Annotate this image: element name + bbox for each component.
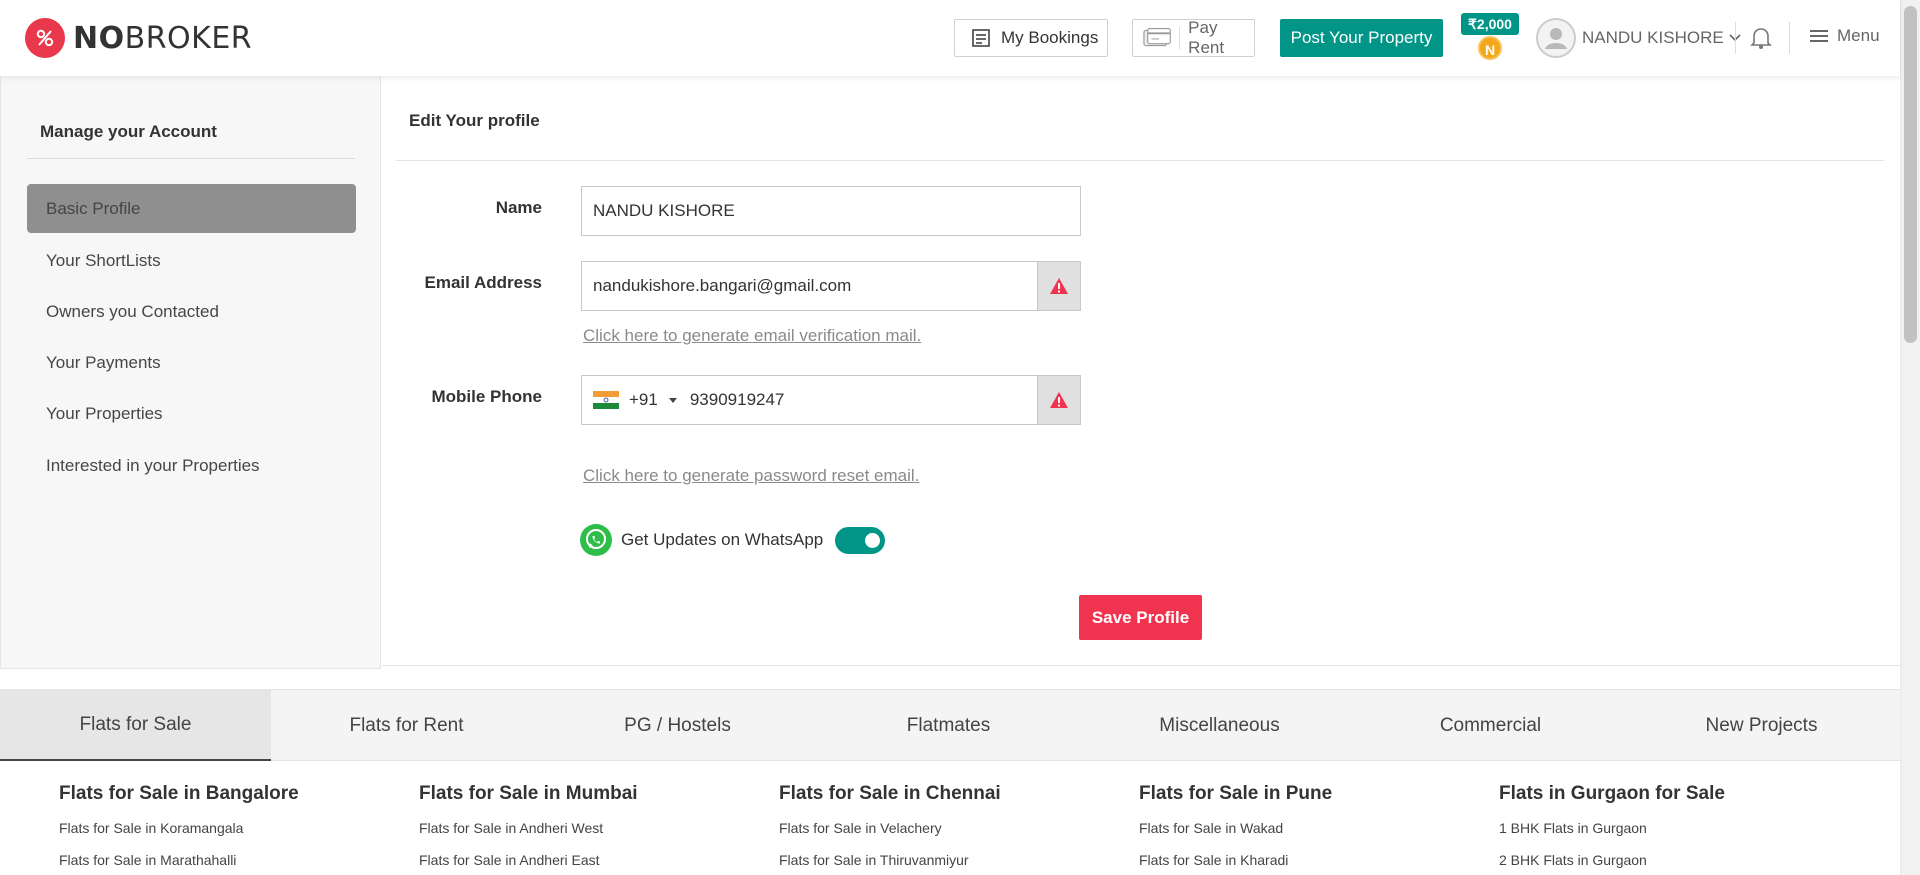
- caret-down-icon[interactable]: [668, 396, 678, 404]
- email-verification-link[interactable]: Click here to generate email verificatio…: [583, 326, 921, 346]
- menu-label: Menu: [1837, 26, 1880, 45]
- footer-link[interactable]: Flats for Sale in Marathahalli: [59, 851, 299, 875]
- footer-link[interactable]: Flats for Sale in Kharadi: [1139, 851, 1332, 875]
- india-flag-icon: [593, 391, 619, 409]
- pay-rent-button[interactable]: Pay Rent: [1132, 18, 1255, 57]
- whatsapp-updates: Get Updates on WhatsApp: [579, 523, 886, 557]
- name-label: Name: [495, 198, 542, 217]
- sidebar-item-payments[interactable]: Your Payments: [27, 338, 356, 387]
- sidebar-item-basic-profile[interactable]: Basic Profile: [27, 184, 356, 233]
- tab-pg-hostels[interactable]: PG / Hostels: [542, 690, 813, 762]
- user-menu[interactable]: NANDU KISHORE: [1536, 18, 1742, 58]
- title-divider: [396, 160, 1884, 161]
- phone-label: Mobile Phone: [431, 387, 543, 406]
- column-heading[interactable]: Flats in Gurgaon for Sale: [1499, 783, 1725, 805]
- footer-column: Flats for Sale in Bangalore Flats for Sa…: [59, 783, 299, 875]
- footer-link[interactable]: 2 BHK Flats in Gurgaon: [1499, 851, 1725, 875]
- bookings-icon: [972, 29, 990, 47]
- pay-rent-divider: [1179, 27, 1181, 49]
- tab-miscellaneous[interactable]: Miscellaneous: [1084, 690, 1355, 762]
- sidebar-title: Manage your Account: [40, 122, 217, 141]
- account-sidebar: Manage your Account Basic Profile Your S…: [0, 76, 381, 669]
- logo-mark-icon: [25, 18, 65, 58]
- my-bookings-button[interactable]: My Bookings: [954, 19, 1108, 57]
- footer-column: Flats for Sale in Pune Flats for Sale in…: [1139, 783, 1332, 875]
- column-heading[interactable]: Flats for Sale in Chennai: [779, 783, 1001, 805]
- footer-column: Flats in Gurgaon for Sale 1 BHK Flats in…: [1499, 783, 1725, 875]
- header-divider: [1789, 22, 1790, 54]
- tab-flats-for-rent[interactable]: Flats for Rent: [271, 690, 542, 762]
- scrollbar-thumb[interactable]: [1904, 6, 1917, 343]
- phone-unverified-warning-icon: [1037, 375, 1081, 425]
- email-field[interactable]: nandukishore.bangari@gmail.com: [581, 261, 1039, 311]
- sidebar-item-shortlists[interactable]: Your ShortLists: [27, 236, 356, 285]
- name-field[interactable]: NANDU KISHORE: [581, 186, 1081, 236]
- footer-link[interactable]: Flats for Sale in Thiruvanmiyur: [779, 851, 1001, 875]
- sidebar-item-owners-contacted[interactable]: Owners you Contacted: [27, 287, 356, 336]
- footer-column: Flats for Sale in Chennai Flats for Sale…: [779, 783, 1001, 875]
- pay-rent-label: Pay Rent: [1188, 18, 1225, 57]
- tab-commercial[interactable]: Commercial: [1355, 690, 1626, 762]
- page-title: Edit Your profile: [409, 111, 540, 130]
- menu-button[interactable]: Menu: [1809, 26, 1880, 46]
- phone-field[interactable]: +91 9390919247: [581, 375, 1039, 425]
- tab-flatmates[interactable]: Flatmates: [813, 690, 1084, 762]
- footer-link[interactable]: Flats for Sale in Wakad: [1139, 819, 1332, 851]
- name-value: NANDU KISHORE: [593, 201, 735, 220]
- whatsapp-label: Get Updates on WhatsApp: [621, 530, 824, 549]
- phone-value: 9390919247: [689, 390, 785, 409]
- nobroker-logo[interactable]: NOBROKER: [25, 18, 252, 58]
- footer-link[interactable]: Flats for Sale in Andheri West: [419, 819, 638, 851]
- sidebar-divider: [27, 158, 355, 159]
- tab-flats-for-sale[interactable]: Flats for Sale: [0, 690, 271, 762]
- card-icon: [1143, 28, 1171, 47]
- sidebar-item-properties[interactable]: Your Properties: [27, 389, 356, 438]
- whatsapp-toggle[interactable]: [835, 526, 886, 554]
- wallet-balance-badge[interactable]: ₹2,000: [1461, 13, 1519, 35]
- column-heading[interactable]: Flats for Sale in Bangalore: [59, 783, 299, 805]
- my-bookings-label: My Bookings: [1001, 28, 1099, 47]
- email-value: nandukishore.bangari@gmail.com: [593, 276, 852, 295]
- avatar: [1536, 18, 1576, 58]
- country-code[interactable]: +91: [629, 390, 658, 410]
- user-icon: [1545, 28, 1567, 49]
- whatsapp-icon: [580, 524, 612, 556]
- footer-links: Flats for Sale in Bangalore Flats for Sa…: [0, 761, 1900, 875]
- sidebar-item-interested[interactable]: Interested in your Properties: [27, 441, 356, 490]
- top-header: NOBROKER My Bookings Pay Rent Post Your …: [0, 0, 1900, 76]
- email-label: Email Address: [424, 273, 542, 292]
- user-name: NANDU KISHORE: [1582, 28, 1724, 47]
- nobroker-coin-icon: N: [1478, 36, 1502, 60]
- footer-link[interactable]: 1 BHK Flats in Gurgaon: [1499, 819, 1725, 851]
- footer-tabs: Flats for Sale Flats for Rent PG / Hoste…: [0, 689, 1900, 762]
- save-profile-button[interactable]: Save Profile: [1079, 595, 1202, 640]
- notification-bell-icon[interactable]: [1750, 26, 1772, 55]
- column-heading[interactable]: Flats for Sale in Mumbai: [419, 783, 638, 805]
- logo-text: NOBROKER: [73, 20, 253, 56]
- hamburger-icon: [1810, 30, 1828, 42]
- password-reset-link[interactable]: Click here to generate password reset em…: [583, 466, 919, 486]
- toggle-knob: [865, 532, 881, 548]
- email-unverified-warning-icon: [1037, 261, 1081, 311]
- tab-new-projects[interactable]: New Projects: [1626, 690, 1897, 762]
- header-divider: [1735, 22, 1736, 54]
- page-scrollbar[interactable]: [1900, 0, 1920, 875]
- footer-column: Flats for Sale in Mumbai Flats for Sale …: [419, 783, 638, 875]
- footer-link[interactable]: Flats for Sale in Andheri East: [419, 851, 638, 875]
- edit-profile-panel: Edit Your profile Name NANDU KISHORE Ema…: [382, 76, 1900, 666]
- footer-link[interactable]: Flats for Sale in Velachery: [779, 819, 1001, 851]
- footer-link[interactable]: Flats for Sale in Koramangala: [59, 819, 299, 851]
- column-heading[interactable]: Flats for Sale in Pune: [1139, 783, 1332, 805]
- post-property-button[interactable]: Post Your Property: [1280, 19, 1443, 57]
